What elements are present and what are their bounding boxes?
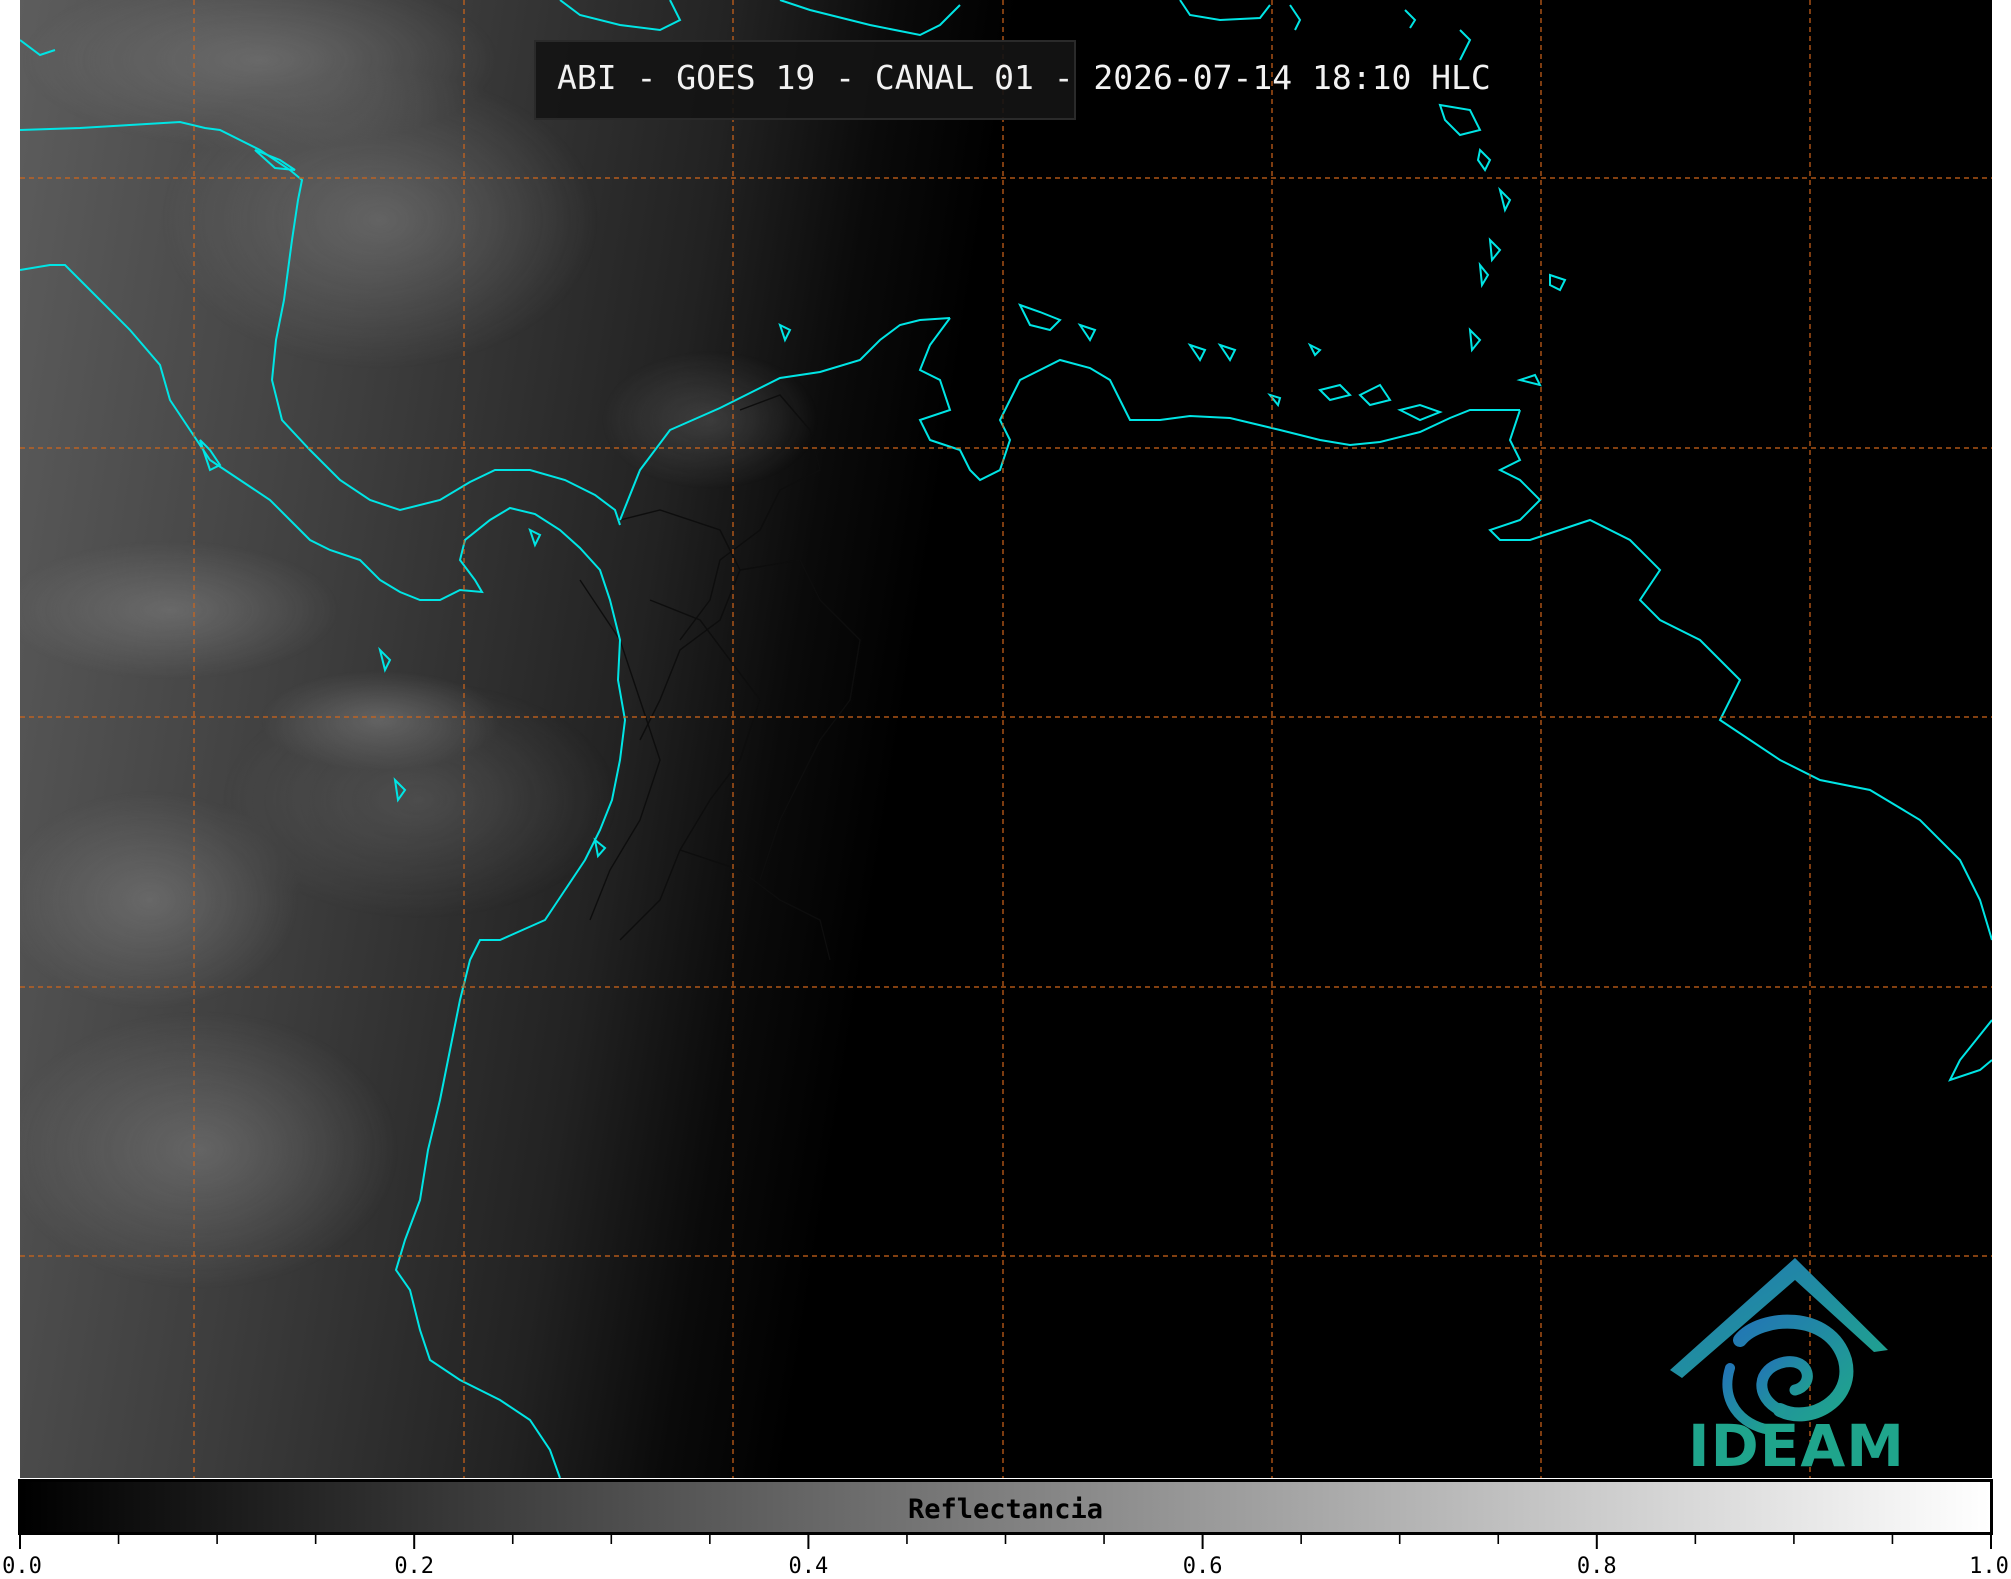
- colorbar-label: Reflectancia: [907, 1494, 1104, 1525]
- logo-text: IDEAM: [1688, 1412, 1905, 1480]
- colorbar-tick-label: 0.2: [394, 1554, 435, 1579]
- colorbar-tick-label: 0.0: [2, 1554, 42, 1579]
- image-title: ABI - GOES 19 - CANAL 01 - 2026-07-14 18…: [557, 58, 1491, 97]
- colorbar-ticks: [19, 1535, 1992, 1549]
- colorbar-tick-label: 0.4: [788, 1554, 829, 1579]
- colorbar-tick-label: 1.0: [1969, 1554, 2009, 1579]
- colorbar-tick-label: 0.6: [1182, 1554, 1223, 1579]
- colorbar-tick-label: 0.8: [1576, 1554, 1617, 1579]
